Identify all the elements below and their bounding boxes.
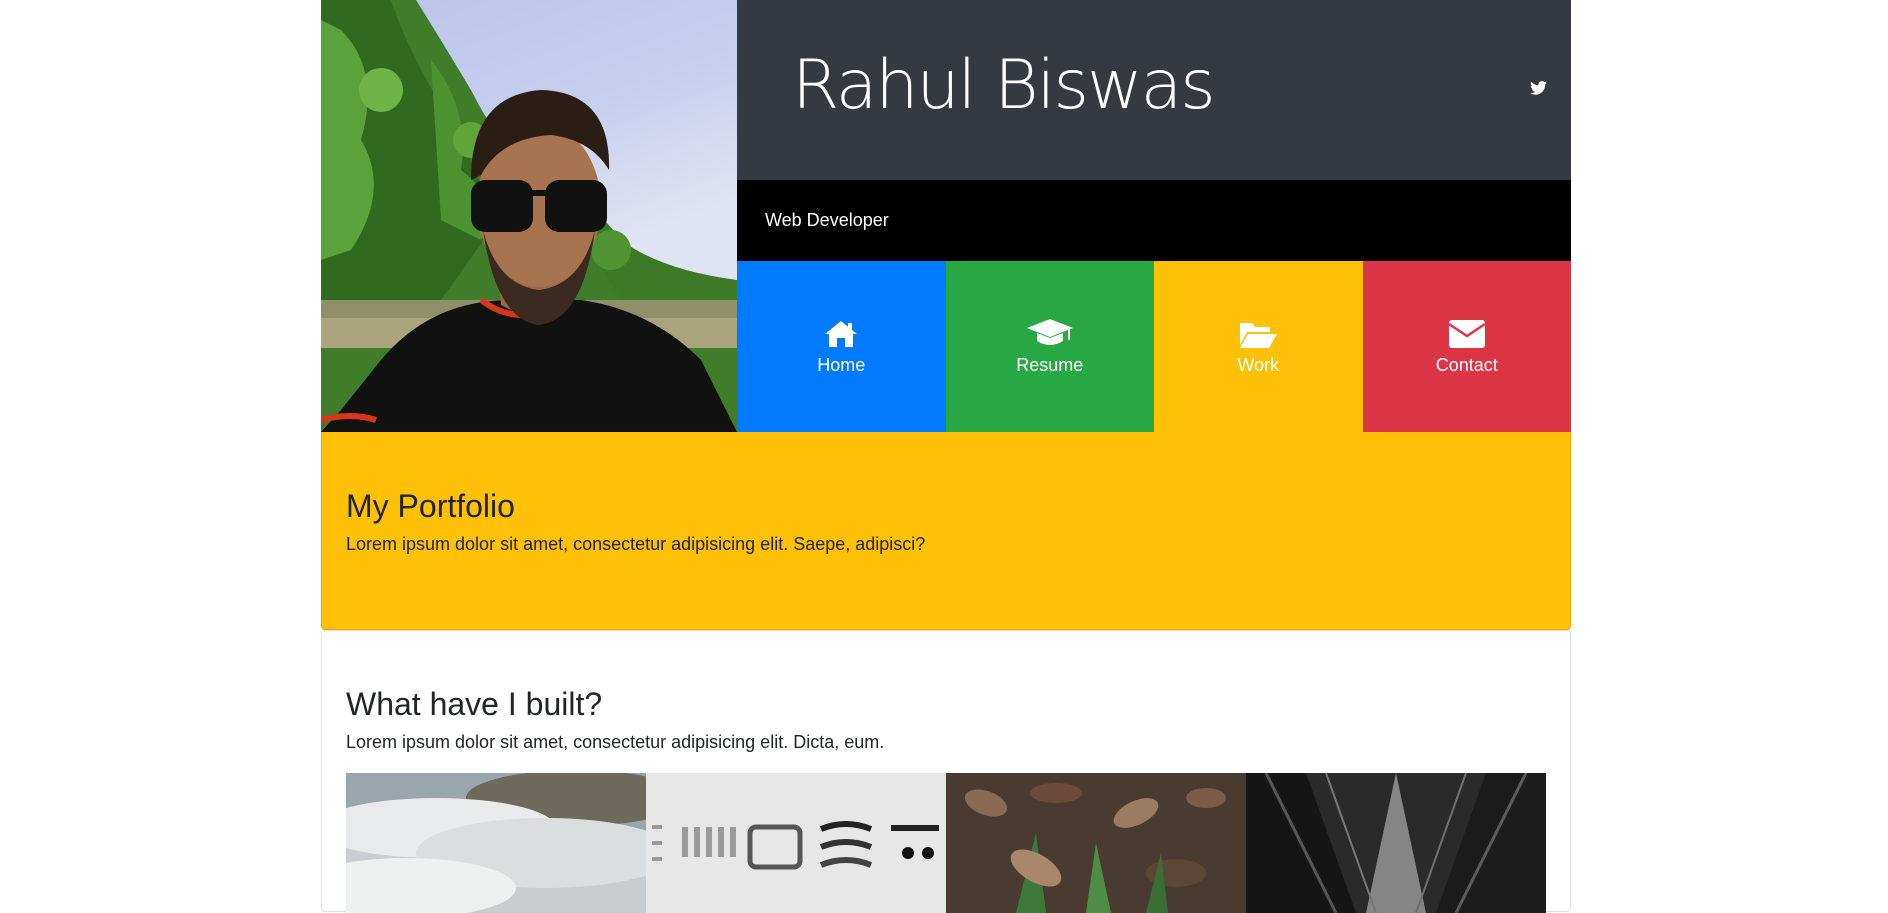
nav-contact-label: Contact xyxy=(1435,355,1498,375)
project-gallery xyxy=(346,773,1546,913)
profile-photo xyxy=(321,0,737,432)
subtitle-bar: Web Developer xyxy=(737,180,1571,261)
project-thumb-leaves[interactable] xyxy=(946,773,1246,913)
nav-home[interactable]: Home xyxy=(737,261,946,432)
nav-resume-label: Resume xyxy=(1016,355,1084,375)
nav-work[interactable]: Work xyxy=(1154,261,1363,432)
twitter-icon xyxy=(1529,81,1547,95)
envelope-icon xyxy=(1448,317,1486,349)
nav-home-label: Home xyxy=(817,355,866,375)
main-nav: Home Resume Work Contact xyxy=(737,261,1571,432)
instagram-icon xyxy=(1723,80,1739,96)
project-thumb-sky[interactable] xyxy=(346,773,646,913)
project-thumb-forest[interactable] xyxy=(1246,773,1546,913)
portfolio-text: Lorem ipsum dolor sit amet, consectetur … xyxy=(346,534,926,554)
github-icon xyxy=(1821,79,1839,97)
built-heading: What have I built? xyxy=(346,686,603,722)
facebook-link[interactable] xyxy=(1623,76,1647,100)
built-text: Lorem ipsum dolor sit amet, consectetur … xyxy=(346,732,885,752)
graduation-cap-icon xyxy=(1026,317,1074,349)
page: Rahul Biswas Web Developer Home Resume W… xyxy=(321,0,1839,913)
facebook-icon xyxy=(1630,79,1640,97)
nav-resume[interactable]: Resume xyxy=(945,261,1154,432)
nav-work-label: Work xyxy=(1237,355,1280,375)
nav-contact[interactable]: Contact xyxy=(1362,261,1571,432)
twitter-link[interactable] xyxy=(1526,76,1550,100)
portfolio-section: My Portfolio Lorem ipsum dolor sit amet,… xyxy=(321,432,1571,630)
project-thumb-parts[interactable] xyxy=(646,773,946,913)
folder-open-icon xyxy=(1238,317,1278,349)
profile-name: Rahul Biswas xyxy=(792,46,1216,125)
github-link[interactable] xyxy=(1818,76,1842,100)
instagram-link[interactable] xyxy=(1719,76,1743,100)
home-icon xyxy=(823,317,859,349)
built-section: What have I built? Lorem ipsum dolor sit… xyxy=(321,630,1571,913)
profile-role: Web Developer xyxy=(765,210,889,230)
title-bar: Rahul Biswas xyxy=(737,0,1839,180)
header: Rahul Biswas Web Developer Home Resume W… xyxy=(321,0,1839,432)
portfolio-heading: My Portfolio xyxy=(346,488,515,524)
